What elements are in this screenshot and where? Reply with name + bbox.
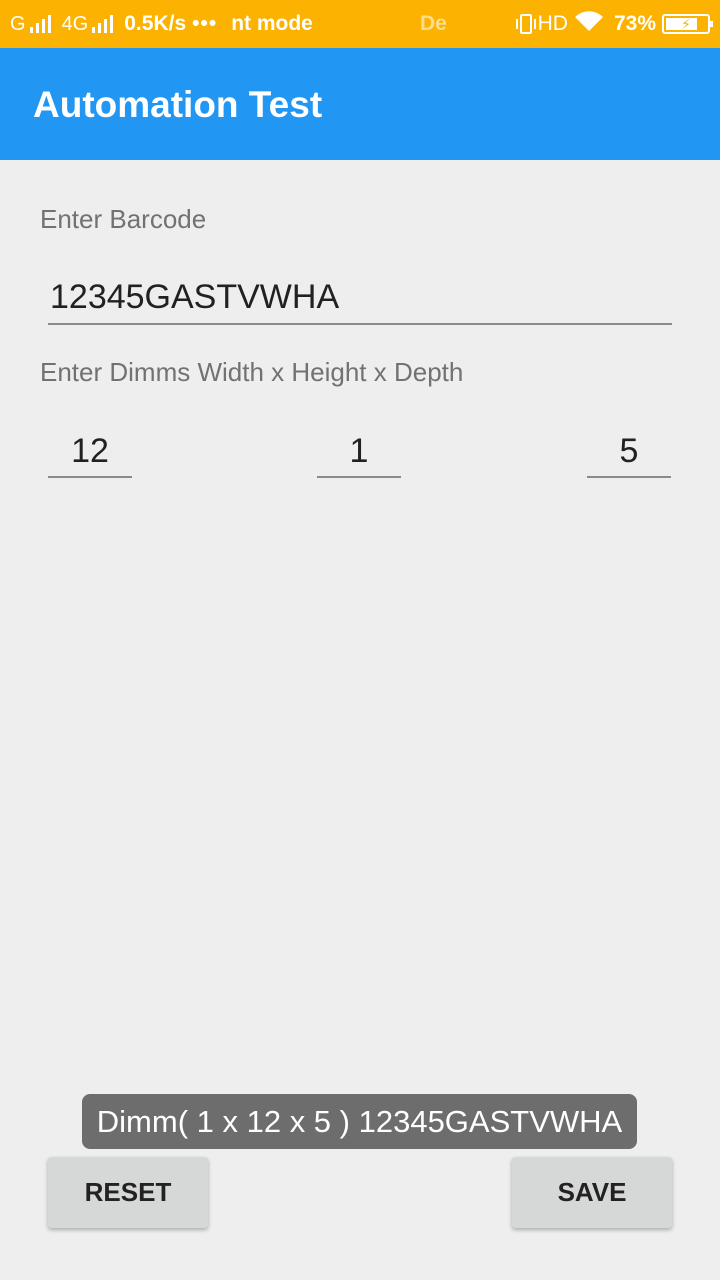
barcode-input[interactable]: 12345GASTVWHA xyxy=(48,270,672,325)
charging-icon: ⚡ xyxy=(681,15,691,32)
app-title: Automation Test xyxy=(33,84,323,125)
status-left: G 4G 0.5K/s ••• nt mode xyxy=(10,0,313,48)
carrier-4g-label: 4G xyxy=(61,12,89,35)
width-input[interactable]: 12 xyxy=(48,424,132,478)
dimensions-label: Enter Dimms Width x Height x Depth xyxy=(40,357,464,387)
more-notifications-icon: ••• xyxy=(192,12,218,35)
reset-button[interactable]: RESET xyxy=(48,1157,208,1228)
app-bar: Automation Test xyxy=(0,48,720,160)
battery-icon: ⚡ xyxy=(662,14,713,34)
battery-percent: 73% xyxy=(613,12,656,35)
network-speed: 0.5K/s xyxy=(124,12,187,35)
status-right: HD 73% ⚡ xyxy=(515,0,713,48)
depth-input[interactable]: 5 xyxy=(587,424,671,478)
wifi-icon xyxy=(574,10,604,38)
barcode-label: Enter Barcode xyxy=(40,204,207,234)
notification-text: nt mode xyxy=(231,12,313,35)
toast-message: Dimm( 1 x 12 x 5 ) 12345GASTVWHA xyxy=(82,1094,637,1149)
hd-label: HD xyxy=(537,12,568,35)
carrier-g-label: G xyxy=(10,12,26,35)
save-button[interactable]: SAVE xyxy=(512,1157,672,1228)
signal-icon xyxy=(29,15,54,33)
height-input[interactable]: 1 xyxy=(317,424,401,478)
vibrate-icon xyxy=(515,14,536,34)
status-bar: G 4G 0.5K/s ••• nt mode De HD 73% ⚡ xyxy=(0,0,720,48)
signal-icon-2 xyxy=(92,15,116,33)
notification-faded-text: De xyxy=(420,12,447,35)
